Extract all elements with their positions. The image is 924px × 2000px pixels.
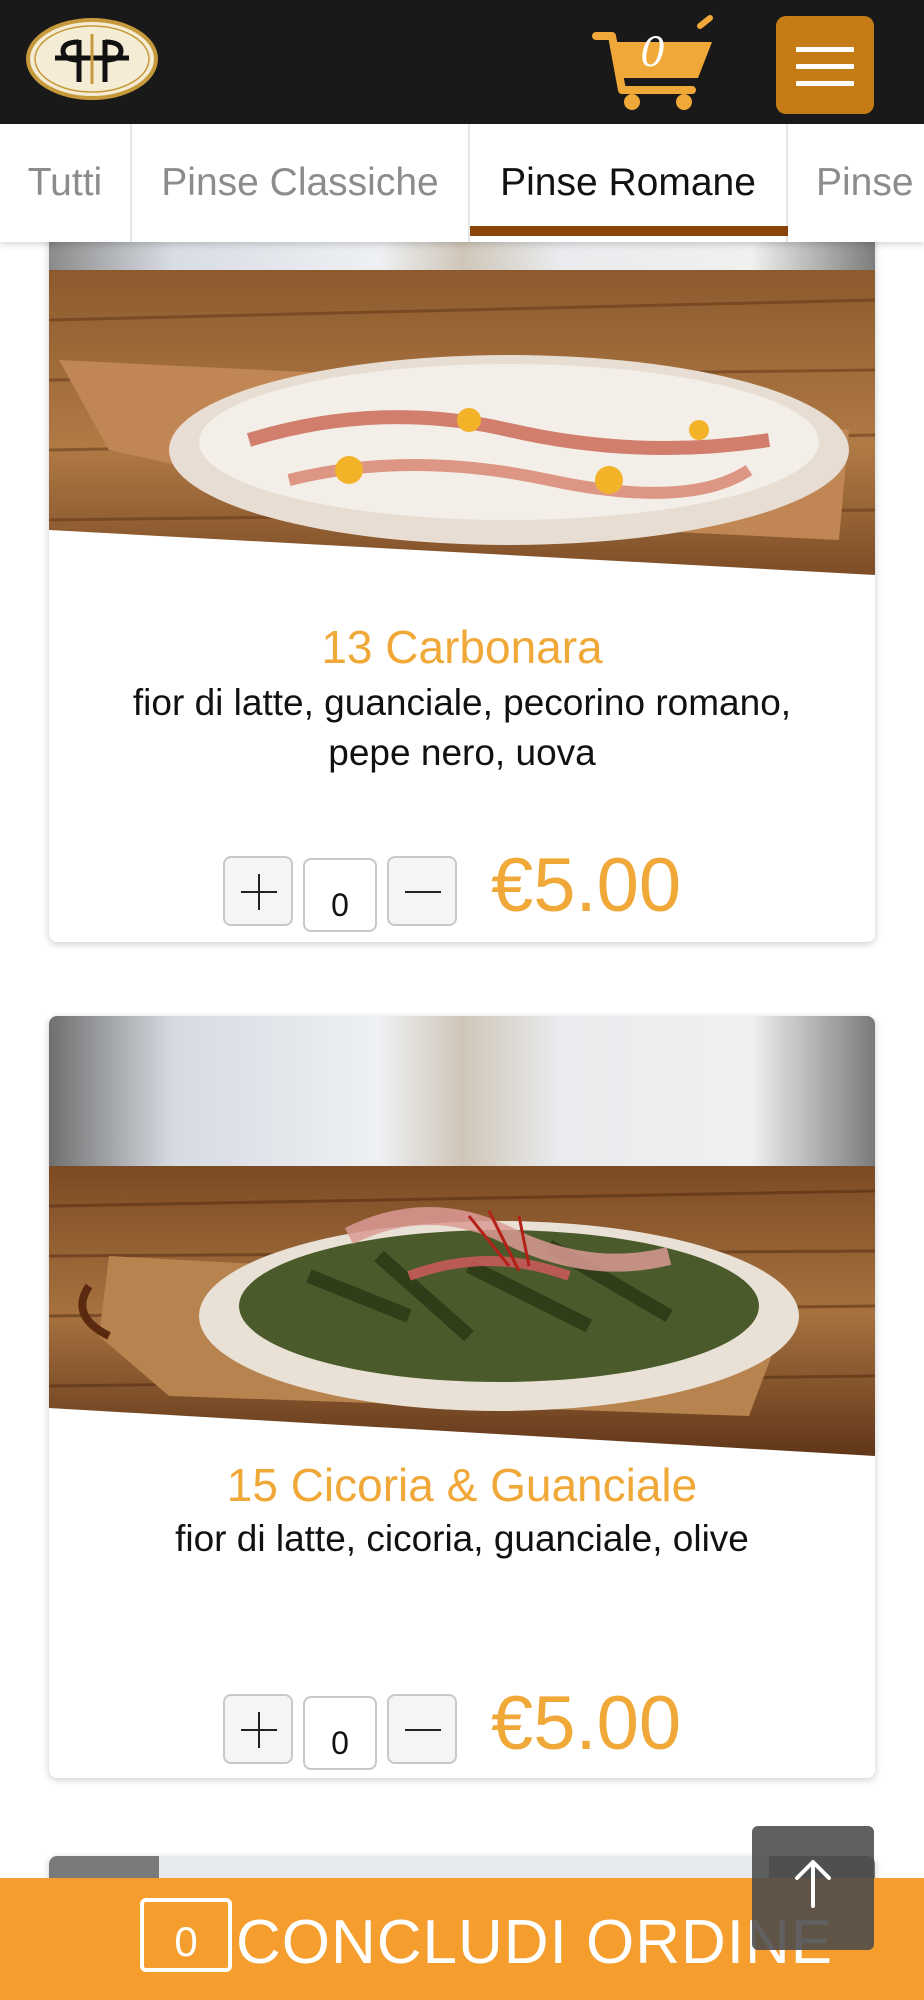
active-tab-indicator <box>470 226 788 236</box>
product-image <box>49 180 875 622</box>
product-image <box>49 1016 875 1460</box>
category-tabs: Tutti Pinse Classiche Pinse Romane Pinse <box>0 124 924 242</box>
arrow-up-icon <box>795 1860 831 1908</box>
brand-logo[interactable] <box>25 18 159 100</box>
tab-tutti[interactable]: Tutti <box>0 124 132 242</box>
product-price: €5.00 <box>491 843 682 928</box>
product-card: 15 Cicoria & Guanciale fior di latte, ci… <box>49 1016 875 1778</box>
tab-pinse-romane[interactable]: Pinse Romane <box>470 124 788 242</box>
cart-count: 0 <box>640 30 666 76</box>
order-count-badge: 0 <box>140 1898 232 1972</box>
quantity-input[interactable]: 0 <box>303 858 377 932</box>
app-header: 0 <box>0 0 924 124</box>
increase-quantity-button[interactable] <box>223 856 293 926</box>
menu-button[interactable] <box>776 16 874 114</box>
tab-pinse-more[interactable]: Pinse <box>788 124 924 242</box>
decrease-quantity-button[interactable] <box>387 856 457 926</box>
product-title: 13 Carbonara <box>321 621 603 673</box>
decrease-quantity-button[interactable] <box>387 1694 457 1764</box>
product-description: fior di latte, guanciale, pecorino roman… <box>132 682 792 773</box>
product-card: 13 Carbonara fior di latte, guanciale, p… <box>49 180 875 942</box>
increase-quantity-button[interactable] <box>223 1694 293 1764</box>
product-title: 15 Cicoria & Guanciale <box>226 1459 698 1511</box>
product-description: fior di latte, cicoria, guanciale, olive <box>175 1518 749 1559</box>
quantity-input[interactable]: 0 <box>303 1696 377 1770</box>
tab-pinse-classiche[interactable]: Pinse Classiche <box>132 124 470 242</box>
product-price: €5.00 <box>491 1681 682 1766</box>
conclude-order-label: CONCLUDI ORDINE <box>236 1908 834 1977</box>
scroll-to-top-button[interactable] <box>752 1826 874 1950</box>
